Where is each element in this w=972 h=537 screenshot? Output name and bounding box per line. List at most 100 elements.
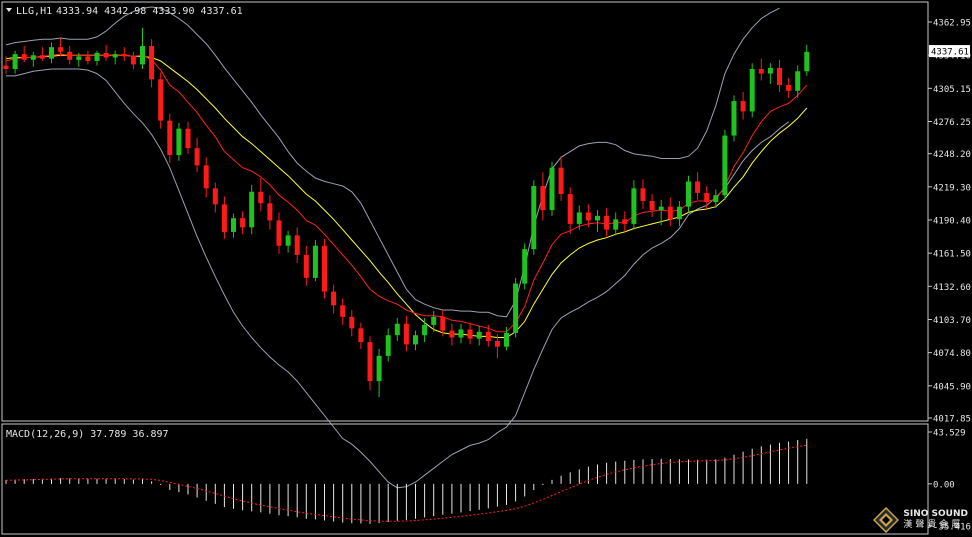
macd-label: MACD(12,26,9) 37.789 36.897	[6, 429, 169, 440]
candle-body	[667, 206, 673, 220]
candle-body	[167, 120, 173, 156]
candle-body	[303, 254, 309, 278]
candle-body	[49, 47, 54, 59]
candle-body	[413, 335, 418, 345]
candle-body	[713, 195, 719, 203]
candle-body	[786, 85, 792, 91]
candle-body	[585, 212, 591, 221]
candle	[158, 72, 164, 129]
candle-body	[258, 191, 264, 204]
price-tick-label: 4305.15	[933, 85, 971, 95]
candle-body	[795, 71, 801, 91]
candle-body	[640, 188, 646, 201]
candle-body	[394, 323, 400, 336]
candle-body	[158, 79, 164, 121]
candle-body	[540, 186, 546, 211]
price-tick-label: 4017.85	[933, 415, 971, 425]
candle-body	[467, 329, 473, 339]
candle-body	[367, 342, 373, 382]
candle-body	[30, 55, 36, 60]
candle-body	[722, 135, 728, 196]
ohlc-label: 4333.94 4342.98 4333.90 4337.61	[56, 6, 243, 17]
candle-body	[312, 245, 318, 278]
candle-body	[549, 167, 555, 211]
candle-body	[576, 212, 582, 224]
candle-body	[595, 215, 600, 221]
candle	[749, 63, 755, 118]
candle-body	[731, 101, 737, 136]
candle	[731, 95, 737, 142]
candle-body	[130, 56, 136, 65]
candle-body	[558, 167, 564, 195]
candle-body	[749, 68, 755, 112]
candle-body	[804, 51, 810, 72]
candle-body	[458, 329, 464, 338]
candle-body	[194, 148, 200, 166]
candle-body	[567, 194, 573, 224]
candle-body	[767, 67, 773, 74]
candle-body	[331, 291, 337, 306]
candle	[549, 161, 555, 216]
header-label: LLG,H1 4333.94 4342.98 4333.90 4337.61	[6, 6, 243, 17]
candle-body	[695, 181, 701, 193]
candle-body	[686, 181, 691, 207]
candle-body	[676, 206, 682, 220]
candle-body	[358, 328, 364, 343]
macd-tick-label: 0.00	[933, 480, 955, 490]
candle-body	[267, 203, 273, 221]
candle-body	[740, 101, 746, 112]
candle-body	[176, 128, 182, 156]
candle-body	[249, 191, 255, 228]
candle-body	[231, 218, 236, 232]
candle-body	[613, 219, 619, 230]
price-tick-label: 4276.25	[933, 118, 971, 128]
candle-body	[504, 332, 509, 347]
candle-body	[240, 218, 246, 228]
candle-body	[385, 335, 391, 356]
candle-body	[94, 52, 100, 61]
candle-body	[221, 204, 227, 232]
last-price-tag: 4337.61	[929, 45, 970, 58]
logo-line-2: 漢聲貴金屬	[903, 520, 964, 530]
candle-body	[149, 46, 155, 80]
sino-sound-logo: SINO SOUND 漢聲貴金屬	[873, 507, 968, 533]
candle-body	[3, 65, 9, 69]
diamond-logo-icon	[873, 507, 900, 533]
candle-body	[39, 55, 45, 59]
price-tick-label: 4248.20	[933, 150, 971, 160]
candle	[312, 239, 318, 282]
candle-body	[476, 331, 482, 339]
candle-body	[340, 305, 346, 317]
candle-body	[449, 330, 455, 338]
price-tick-label: 4161.50	[933, 250, 971, 260]
candle-body	[777, 67, 782, 86]
last-price-label: 4337.61	[931, 48, 969, 58]
price-tick-label: 4362.95	[933, 19, 971, 29]
macd-tick-label: 43.529	[933, 429, 966, 439]
candle-body	[431, 316, 437, 325]
candle-body	[185, 128, 191, 149]
price-tick-label: 4132.60	[933, 283, 971, 293]
candle-body	[440, 316, 446, 331]
candle-body	[758, 68, 764, 74]
candle-body	[212, 188, 218, 205]
candle-body	[485, 331, 491, 341]
candle	[722, 129, 728, 200]
candle-body	[121, 54, 127, 57]
candle-body	[21, 54, 27, 60]
candle-body	[649, 200, 655, 211]
candle-body	[422, 324, 428, 336]
candle-body	[604, 215, 610, 230]
candle	[531, 180, 537, 255]
candle-body	[67, 51, 73, 60]
candle-body	[622, 219, 628, 224]
candle-body	[112, 54, 118, 58]
candle-body	[513, 283, 519, 333]
candle-body	[203, 165, 209, 189]
candle-body	[658, 206, 664, 211]
candle	[322, 238, 327, 299]
candle-body	[85, 56, 91, 61]
candle-body	[276, 220, 282, 246]
candle-body	[522, 249, 528, 284]
candle-body	[631, 188, 637, 224]
